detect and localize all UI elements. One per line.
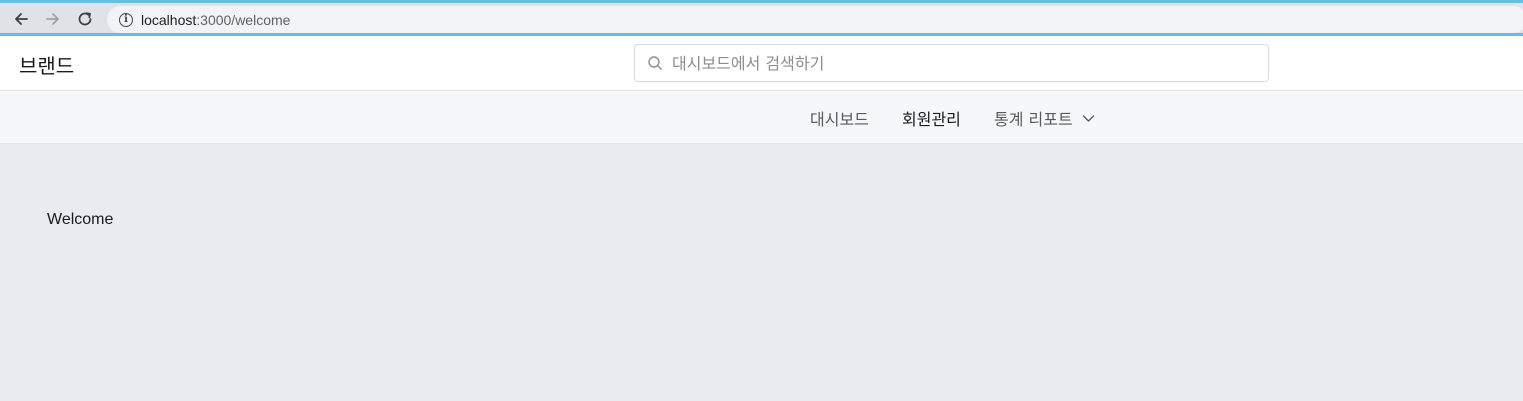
info-icon[interactable]: i xyxy=(119,12,133,27)
menu-item-dashboard[interactable]: 대시보드 xyxy=(810,106,869,130)
url-host: localhost xyxy=(141,11,197,28)
menu-item-label: 통계 리포트 xyxy=(994,110,1073,129)
url-path: :3000/welcome xyxy=(196,11,291,28)
back-arrow-icon xyxy=(15,13,28,25)
brand-logo[interactable]: 브랜드 xyxy=(19,50,74,79)
search-box[interactable] xyxy=(634,44,1269,82)
main-content: Welcome xyxy=(0,144,1523,401)
reload-button[interactable] xyxy=(74,8,96,30)
forward-button[interactable] xyxy=(42,8,64,30)
search-icon xyxy=(648,56,662,70)
menu-item-label: 대시보드 xyxy=(810,110,869,129)
nav-menu: 대시보드 회원관리 통계 리포트 xyxy=(0,91,1523,144)
browser-toolbar: i localhost:3000/welcome xyxy=(0,0,1523,36)
reload-icon xyxy=(78,12,92,26)
back-button[interactable] xyxy=(10,8,32,30)
menu-item-stats-report[interactable]: 통계 리포트 xyxy=(994,106,1095,130)
menu-item-label: 회원관리 xyxy=(902,110,961,129)
app-header: 브랜드 xyxy=(0,36,1523,91)
forward-arrow-icon xyxy=(46,13,59,25)
address-bar[interactable]: i localhost:3000/welcome xyxy=(107,6,1523,33)
menu-item-members[interactable]: 회원관리 xyxy=(902,106,961,130)
welcome-text: Welcome xyxy=(47,211,114,228)
chevron-down-icon xyxy=(1082,114,1094,122)
search-input[interactable] xyxy=(672,53,1268,73)
